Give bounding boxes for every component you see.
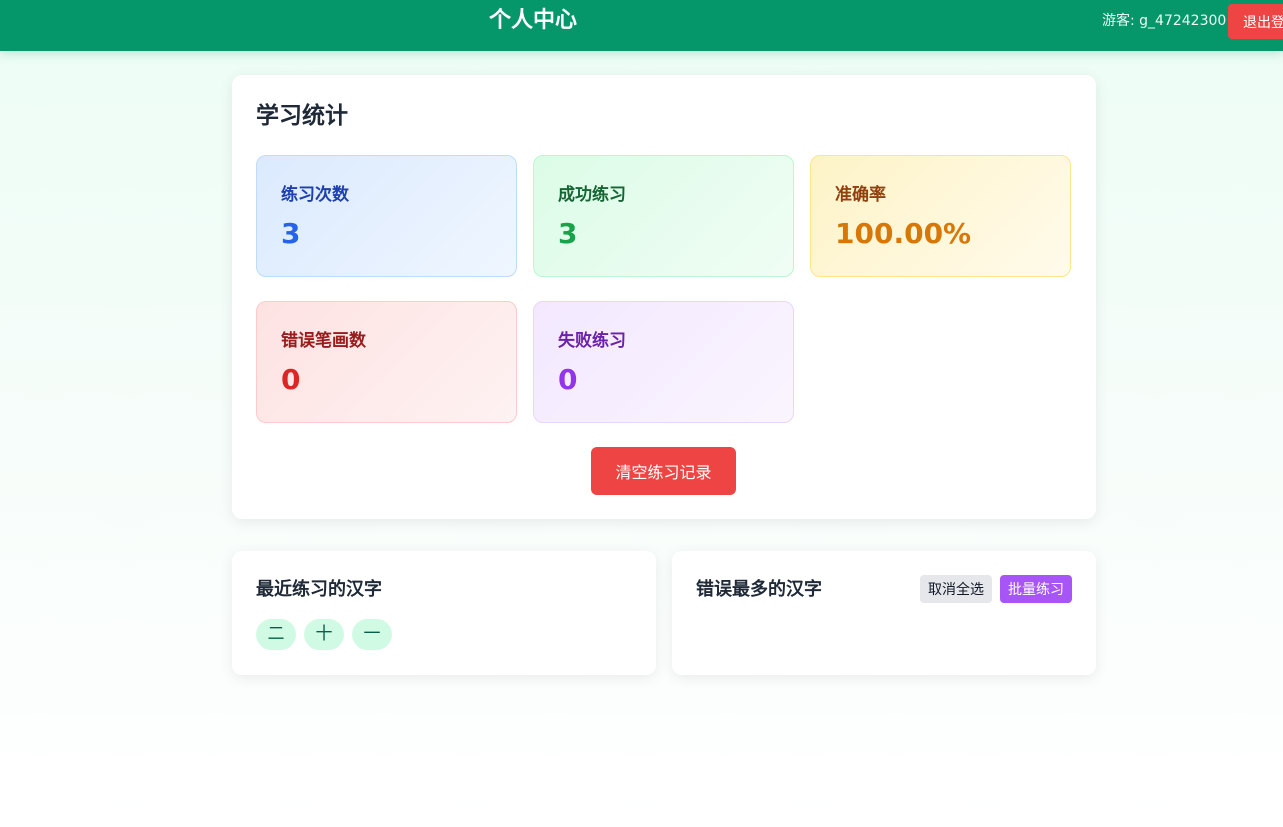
top-header: 个人中心 游客: g_47242300 退出登 bbox=[0, 0, 1283, 51]
char-chip[interactable]: 一 bbox=[352, 619, 392, 650]
user-name: 游客: g_47242300 bbox=[1102, 13, 1227, 29]
clear-records-button[interactable]: 清空练习记录 bbox=[591, 447, 736, 495]
deselect-all-button[interactable]: 取消全选 bbox=[920, 575, 992, 603]
recent-char-list: 二 十 一 bbox=[256, 619, 392, 650]
stat-label: 错误笔画数 bbox=[281, 331, 366, 351]
logout-button[interactable]: 退出登 bbox=[1228, 4, 1283, 39]
stats-title: 学习统计 bbox=[256, 103, 348, 129]
page-title: 个人中心 bbox=[489, 8, 578, 33]
stat-failed-count: 失败练习 0 bbox=[533, 301, 794, 423]
batch-practice-button[interactable]: 批量练习 bbox=[1000, 575, 1072, 603]
stat-accuracy: 准确率 100.00% bbox=[810, 155, 1071, 277]
mistakes-title: 错误最多的汉字 bbox=[696, 579, 822, 600]
stat-practice-count: 练习次数 3 bbox=[256, 155, 517, 277]
stat-value: 0 bbox=[281, 363, 301, 396]
char-chip[interactable]: 二 bbox=[256, 619, 296, 650]
stats-card: 学习统计 练习次数 3 成功练习 3 准确率 100.00% 错误笔画数 0 失… bbox=[232, 75, 1096, 519]
stat-value: 3 bbox=[281, 217, 301, 250]
stat-label: 成功练习 bbox=[558, 185, 626, 205]
stat-value: 3 bbox=[558, 217, 578, 250]
stat-label: 准确率 bbox=[835, 185, 886, 205]
stat-value: 0 bbox=[558, 363, 578, 396]
stat-stroke-errors: 错误笔画数 0 bbox=[256, 301, 517, 423]
stat-success-count: 成功练习 3 bbox=[533, 155, 794, 277]
recent-title: 最近练习的汉字 bbox=[256, 579, 382, 600]
char-chip[interactable]: 十 bbox=[304, 619, 344, 650]
stat-value: 100.00% bbox=[835, 217, 972, 250]
recent-chars-card: 最近练习的汉字 二 十 一 bbox=[232, 551, 656, 675]
most-mistakes-card: 错误最多的汉字 取消全选 批量练习 bbox=[672, 551, 1096, 675]
stat-label: 失败练习 bbox=[558, 331, 626, 351]
stat-label: 练习次数 bbox=[281, 185, 349, 205]
